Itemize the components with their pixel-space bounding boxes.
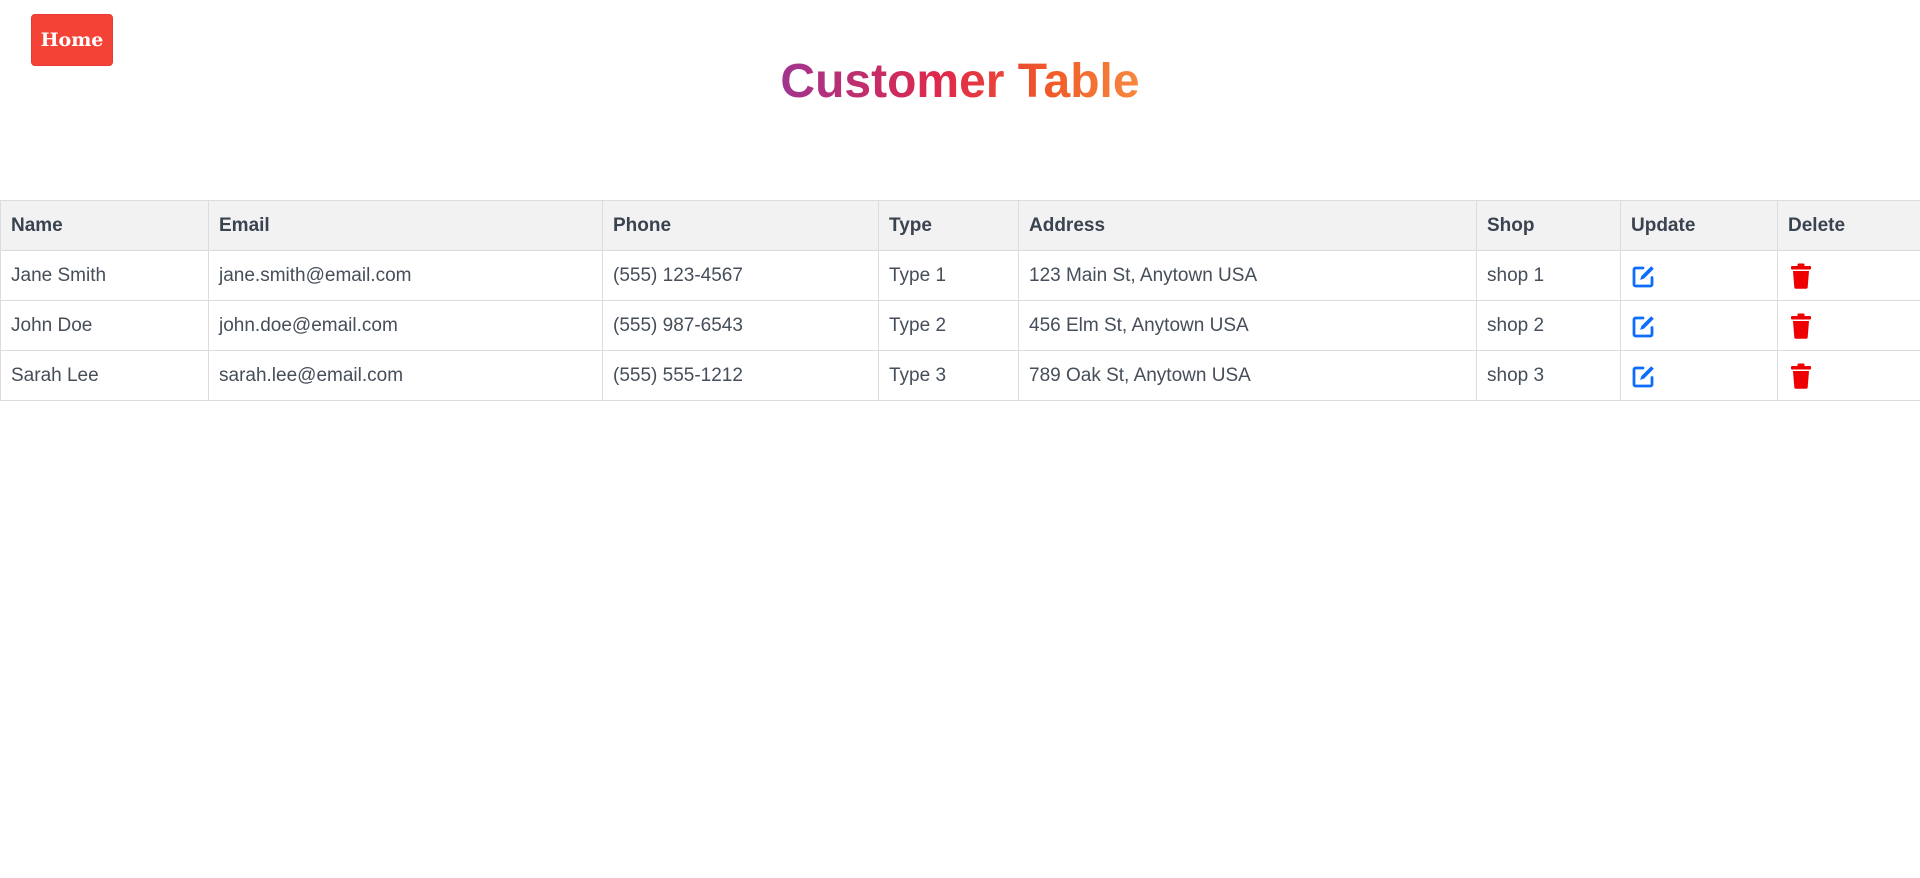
column-header-shop: Shop xyxy=(1476,200,1621,251)
cell-shop: shop 3 xyxy=(1476,350,1621,401)
cell-address: 123 Main St, Anytown USA xyxy=(1018,250,1477,301)
edit-icon[interactable] xyxy=(1631,313,1657,339)
cell-name: John Doe xyxy=(0,300,209,351)
cell-update xyxy=(1620,250,1778,301)
trash-icon[interactable] xyxy=(1788,363,1814,389)
column-header-update: Update xyxy=(1620,200,1778,251)
page-title: Customer Table xyxy=(780,55,1140,108)
table-row: Jane Smith jane.smith@email.com (555) 12… xyxy=(0,250,1920,301)
edit-icon[interactable] xyxy=(1631,363,1657,389)
cell-name: Jane Smith xyxy=(0,250,209,301)
edit-icon[interactable] xyxy=(1631,263,1657,289)
column-header-email: Email xyxy=(208,200,603,251)
cell-phone: (555) 987-6543 xyxy=(602,300,879,351)
cell-type: Type 3 xyxy=(878,350,1019,401)
column-header-name: Name xyxy=(0,200,209,251)
column-header-delete: Delete xyxy=(1777,200,1920,251)
cell-address: 456 Elm St, Anytown USA xyxy=(1018,300,1477,351)
cell-address: 789 Oak St, Anytown USA xyxy=(1018,350,1477,401)
column-header-type: Type xyxy=(878,200,1019,251)
cell-email: john.doe@email.com xyxy=(208,300,603,351)
cell-phone: (555) 123-4567 xyxy=(602,250,879,301)
column-header-phone: Phone xyxy=(602,200,879,251)
cell-phone: (555) 555-1212 xyxy=(602,350,879,401)
cell-email: jane.smith@email.com xyxy=(208,250,603,301)
cell-update xyxy=(1620,350,1778,401)
trash-icon[interactable] xyxy=(1788,263,1814,289)
trash-icon[interactable] xyxy=(1788,313,1814,339)
cell-shop: shop 2 xyxy=(1476,300,1621,351)
cell-type: Type 2 xyxy=(878,300,1019,351)
cell-delete xyxy=(1777,250,1920,301)
table-row: Sarah Lee sarah.lee@email.com (555) 555-… xyxy=(0,350,1920,401)
customer-table: Name Email Phone Type Address Shop Updat… xyxy=(0,200,1920,401)
cell-update xyxy=(1620,300,1778,351)
cell-delete xyxy=(1777,350,1920,401)
cell-email: sarah.lee@email.com xyxy=(208,350,603,401)
cell-name: Sarah Lee xyxy=(0,350,209,401)
cell-type: Type 1 xyxy=(878,250,1019,301)
table-header-row: Name Email Phone Type Address Shop Updat… xyxy=(0,200,1920,251)
cell-delete xyxy=(1777,300,1920,351)
column-header-address: Address xyxy=(1018,200,1477,251)
cell-shop: shop 1 xyxy=(1476,250,1621,301)
table-row: John Doe john.doe@email.com (555) 987-65… xyxy=(0,300,1920,351)
